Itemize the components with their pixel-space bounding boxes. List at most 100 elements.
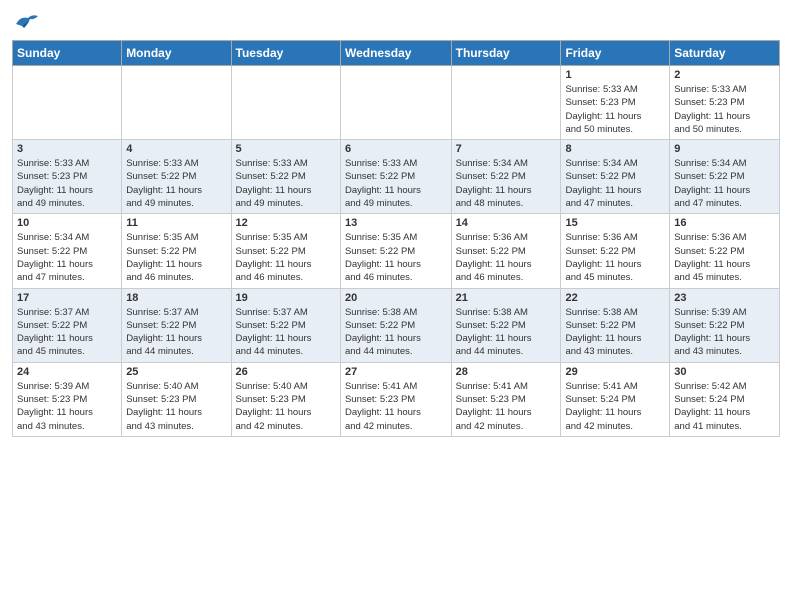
- day-info: Sunrise: 5:36 AM Sunset: 5:22 PM Dayligh…: [674, 231, 775, 284]
- day-number: 25: [126, 366, 226, 378]
- day-cell: 6Sunrise: 5:33 AM Sunset: 5:22 PM Daylig…: [340, 140, 451, 214]
- day-info: Sunrise: 5:34 AM Sunset: 5:22 PM Dayligh…: [565, 157, 665, 210]
- day-info: Sunrise: 5:38 AM Sunset: 5:22 PM Dayligh…: [345, 306, 447, 359]
- day-number: 30: [674, 366, 775, 378]
- day-number: 11: [126, 217, 226, 229]
- day-number: 6: [345, 143, 447, 155]
- day-cell: 23 Sunrise: 5:39 AM Sunset: 5:22 PM Dayli…: [670, 288, 780, 362]
- day-cell: 27 Sunrise: 5:41 AM Sunset: 5:23 PM Dayli…: [340, 362, 451, 436]
- day-cell: 18Sunrise: 5:37 AM Sunset: 5:22 PM Dayli…: [122, 288, 231, 362]
- day-number: 12: [236, 217, 336, 229]
- day-info: Sunrise: 5:33 AM Sunset: 5:23 PM Dayligh…: [17, 157, 117, 210]
- weekday-header-saturday: Saturday: [670, 41, 780, 66]
- day-info: Sunrise: 5:35 AM Sunset: 5:22 PM Dayligh…: [236, 231, 336, 284]
- day-number: 19: [236, 292, 336, 304]
- logo-area: [12, 10, 44, 32]
- day-info: Sunrise: 5:33 AM Sunset: 5:22 PM Dayligh…: [126, 157, 226, 210]
- day-number: 22: [565, 292, 665, 304]
- day-info: Sunrise: 5:41 AM Sunset: 5:23 PM Dayligh…: [456, 380, 557, 433]
- day-number: 18: [126, 292, 226, 304]
- day-info: Sunrise: 5:36 AM Sunset: 5:22 PM Dayligh…: [565, 231, 665, 284]
- day-number: 21: [456, 292, 557, 304]
- day-info: Sunrise: 5:33 AM Sunset: 5:23 PM Dayligh…: [565, 83, 665, 136]
- weekday-header-sunday: Sunday: [13, 41, 122, 66]
- day-cell: [451, 66, 561, 140]
- day-cell: 22 Sunrise: 5:38 AM Sunset: 5:22 PM Dayli…: [561, 288, 670, 362]
- weekday-header-row: SundayMondayTuesdayWednesdayThursdayFrid…: [13, 41, 780, 66]
- weekday-header-tuesday: Tuesday: [231, 41, 340, 66]
- weekday-header-friday: Friday: [561, 41, 670, 66]
- logo: [12, 10, 44, 32]
- day-cell: 16 Sunrise: 5:36 AM Sunset: 5:22 PM Dayli…: [670, 214, 780, 288]
- day-cell: 21 Sunrise: 5:38 AM Sunset: 5:22 PM Dayli…: [451, 288, 561, 362]
- day-number: 16: [674, 217, 775, 229]
- day-number: 5: [236, 143, 336, 155]
- day-number: 28: [456, 366, 557, 378]
- weekday-header-thursday: Thursday: [451, 41, 561, 66]
- day-cell: 9Sunrise: 5:34 AM Sunset: 5:22 PM Daylig…: [670, 140, 780, 214]
- day-cell: 13Sunrise: 5:35 AM Sunset: 5:22 PM Dayli…: [340, 214, 451, 288]
- day-number: 14: [456, 217, 557, 229]
- day-info: Sunrise: 5:39 AM Sunset: 5:22 PM Dayligh…: [674, 306, 775, 359]
- day-number: 29: [565, 366, 665, 378]
- day-cell: 25 Sunrise: 5:40 AM Sunset: 5:23 PM Dayli…: [122, 362, 231, 436]
- day-info: Sunrise: 5:38 AM Sunset: 5:22 PM Dayligh…: [565, 306, 665, 359]
- day-number: 7: [456, 143, 557, 155]
- day-info: Sunrise: 5:39 AM Sunset: 5:23 PM Dayligh…: [17, 380, 117, 433]
- day-number: 24: [17, 366, 117, 378]
- day-info: Sunrise: 5:35 AM Sunset: 5:22 PM Dayligh…: [126, 231, 226, 284]
- calendar: SundayMondayTuesdayWednesdayThursdayFrid…: [12, 40, 780, 437]
- day-info: Sunrise: 5:40 AM Sunset: 5:23 PM Dayligh…: [236, 380, 336, 433]
- day-cell: [340, 66, 451, 140]
- day-cell: 12 Sunrise: 5:35 AM Sunset: 5:22 PM Dayli…: [231, 214, 340, 288]
- day-number: 23: [674, 292, 775, 304]
- page: SundayMondayTuesdayWednesdayThursdayFrid…: [0, 0, 792, 612]
- weekday-header-wednesday: Wednesday: [340, 41, 451, 66]
- logo-bird-icon: [12, 10, 40, 32]
- day-number: 26: [236, 366, 336, 378]
- day-cell: 2Sunrise: 5:33 AM Sunset: 5:23 PM Daylig…: [670, 66, 780, 140]
- day-cell: 1 Sunrise: 5:33 AM Sunset: 5:23 PM Daylig…: [561, 66, 670, 140]
- day-info: Sunrise: 5:38 AM Sunset: 5:22 PM Dayligh…: [456, 306, 557, 359]
- day-cell: 19 Sunrise: 5:37 AM Sunset: 5:22 PM Dayli…: [231, 288, 340, 362]
- day-number: 3: [17, 143, 117, 155]
- day-info: Sunrise: 5:40 AM Sunset: 5:23 PM Dayligh…: [126, 380, 226, 433]
- day-number: 1: [565, 69, 665, 81]
- day-info: Sunrise: 5:33 AM Sunset: 5:22 PM Dayligh…: [236, 157, 336, 210]
- day-info: Sunrise: 5:34 AM Sunset: 5:22 PM Dayligh…: [17, 231, 117, 284]
- day-info: Sunrise: 5:41 AM Sunset: 5:23 PM Dayligh…: [345, 380, 447, 433]
- week-row-5: 24 Sunrise: 5:39 AM Sunset: 5:23 PM Dayli…: [13, 362, 780, 436]
- day-info: Sunrise: 5:34 AM Sunset: 5:22 PM Dayligh…: [674, 157, 775, 210]
- day-cell: [122, 66, 231, 140]
- day-cell: 20Sunrise: 5:38 AM Sunset: 5:22 PM Dayli…: [340, 288, 451, 362]
- day-cell: 28 Sunrise: 5:41 AM Sunset: 5:23 PM Dayli…: [451, 362, 561, 436]
- day-cell: 3 Sunrise: 5:33 AM Sunset: 5:23 PM Daylig…: [13, 140, 122, 214]
- day-cell: 15 Sunrise: 5:36 AM Sunset: 5:22 PM Dayli…: [561, 214, 670, 288]
- day-info: Sunrise: 5:33 AM Sunset: 5:23 PM Dayligh…: [674, 83, 775, 136]
- day-number: 13: [345, 217, 447, 229]
- day-cell: 30Sunrise: 5:42 AM Sunset: 5:24 PM Dayli…: [670, 362, 780, 436]
- day-number: 10: [17, 217, 117, 229]
- day-cell: 10 Sunrise: 5:34 AM Sunset: 5:22 PM Dayli…: [13, 214, 122, 288]
- day-number: 8: [565, 143, 665, 155]
- weekday-header-monday: Monday: [122, 41, 231, 66]
- day-cell: 14 Sunrise: 5:36 AM Sunset: 5:22 PM Dayli…: [451, 214, 561, 288]
- day-cell: 7Sunrise: 5:34 AM Sunset: 5:22 PM Daylig…: [451, 140, 561, 214]
- day-cell: [231, 66, 340, 140]
- day-number: 15: [565, 217, 665, 229]
- day-info: Sunrise: 5:37 AM Sunset: 5:22 PM Dayligh…: [17, 306, 117, 359]
- day-number: 4: [126, 143, 226, 155]
- week-row-2: 3 Sunrise: 5:33 AM Sunset: 5:23 PM Daylig…: [13, 140, 780, 214]
- day-cell: 29 Sunrise: 5:41 AM Sunset: 5:24 PM Dayli…: [561, 362, 670, 436]
- day-info: Sunrise: 5:36 AM Sunset: 5:22 PM Dayligh…: [456, 231, 557, 284]
- day-info: Sunrise: 5:41 AM Sunset: 5:24 PM Dayligh…: [565, 380, 665, 433]
- day-cell: 11 Sunrise: 5:35 AM Sunset: 5:22 PM Dayli…: [122, 214, 231, 288]
- day-info: Sunrise: 5:37 AM Sunset: 5:22 PM Dayligh…: [236, 306, 336, 359]
- day-cell: [13, 66, 122, 140]
- day-cell: 26 Sunrise: 5:40 AM Sunset: 5:23 PM Dayli…: [231, 362, 340, 436]
- day-cell: 4 Sunrise: 5:33 AM Sunset: 5:22 PM Daylig…: [122, 140, 231, 214]
- week-row-1: 1 Sunrise: 5:33 AM Sunset: 5:23 PM Daylig…: [13, 66, 780, 140]
- day-number: 27: [345, 366, 447, 378]
- day-cell: 5 Sunrise: 5:33 AM Sunset: 5:22 PM Daylig…: [231, 140, 340, 214]
- day-cell: 8 Sunrise: 5:34 AM Sunset: 5:22 PM Daylig…: [561, 140, 670, 214]
